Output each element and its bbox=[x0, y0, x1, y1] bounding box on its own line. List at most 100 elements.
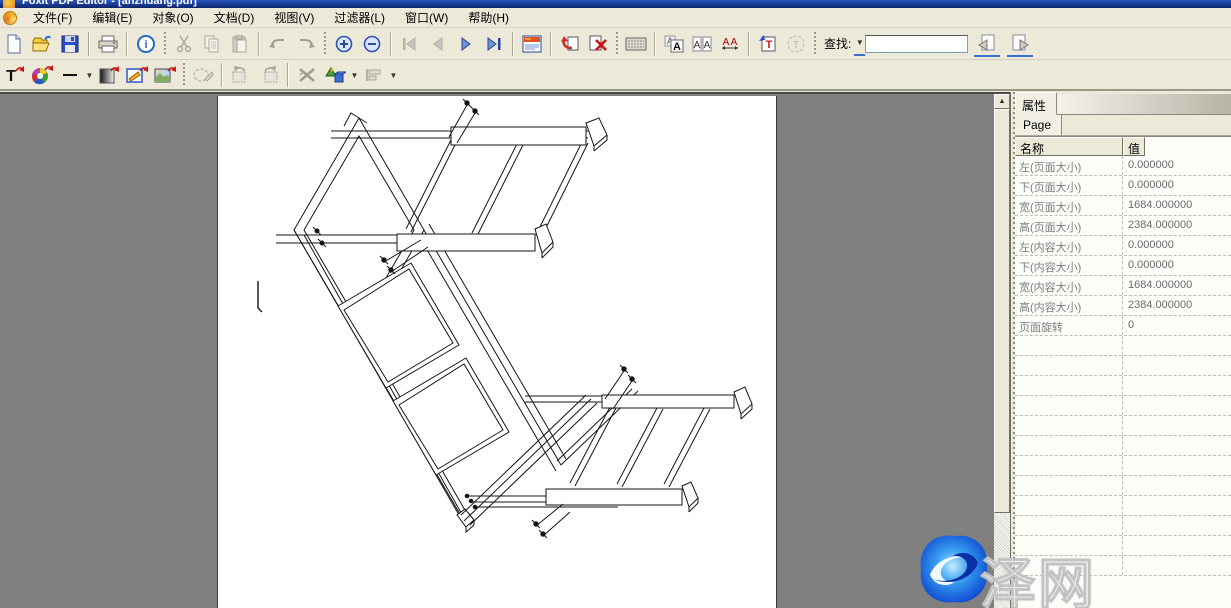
redo-button[interactable] bbox=[293, 31, 319, 57]
find-prev-button[interactable] bbox=[974, 31, 1000, 57]
property-value[interactable]: 1684.000000 bbox=[1123, 196, 1231, 215]
property-value[interactable]: 0 bbox=[1123, 316, 1231, 335]
edit-image-icon bbox=[126, 65, 148, 85]
property-name: 左(内容大小) bbox=[1015, 236, 1123, 255]
add-image-button[interactable] bbox=[152, 62, 178, 88]
zoom-out-button[interactable] bbox=[359, 31, 385, 57]
add-text-object-button[interactable]: T bbox=[1, 62, 27, 88]
property-value[interactable]: 2384.000000 bbox=[1123, 296, 1231, 315]
find-next-icon bbox=[1011, 34, 1029, 52]
pdf-page[interactable] bbox=[217, 96, 777, 608]
svg-text:T: T bbox=[793, 40, 799, 51]
application-window: Foxit PDF Editor - [anzhuang.pdf] 文件(F) … bbox=[0, 0, 1231, 608]
previous-page-button[interactable] bbox=[425, 31, 451, 57]
empty-row bbox=[1015, 336, 1231, 356]
insert-rotate-page-button[interactable] bbox=[557, 31, 583, 57]
page-layout-icon bbox=[522, 35, 542, 53]
edit-image-button[interactable] bbox=[124, 62, 150, 88]
delete-object-button[interactable] bbox=[294, 62, 320, 88]
char-scale-button[interactable]: AA bbox=[717, 31, 743, 57]
lasso-edit-button[interactable] bbox=[190, 62, 216, 88]
property-row[interactable]: 宽(内容大小)1684.000000 bbox=[1015, 276, 1231, 296]
open-file-button[interactable] bbox=[29, 31, 55, 57]
align-button[interactable] bbox=[361, 62, 387, 88]
zoom-in-button[interactable] bbox=[331, 31, 357, 57]
first-page-button[interactable] bbox=[397, 31, 423, 57]
property-row[interactable]: 高(内容大小)2384.000000 bbox=[1015, 296, 1231, 316]
printer-icon bbox=[98, 35, 118, 53]
rotate-right-button[interactable] bbox=[256, 62, 282, 88]
new-document-button[interactable] bbox=[1, 31, 27, 57]
menu-help[interactable]: 帮助(H) bbox=[458, 7, 519, 28]
menu-file[interactable]: 文件(F) bbox=[23, 7, 82, 28]
empty-row bbox=[1015, 456, 1231, 476]
property-value[interactable]: 0.000000 bbox=[1123, 256, 1231, 275]
scroll-up-button[interactable]: ▲ bbox=[994, 94, 1010, 109]
paste-button[interactable] bbox=[227, 31, 253, 57]
copy-icon bbox=[203, 35, 221, 53]
menu-document[interactable]: 文档(D) bbox=[204, 7, 265, 28]
property-name: 高(页面大小) bbox=[1015, 216, 1123, 235]
shapes-dropdown[interactable]: ▼ bbox=[349, 63, 360, 87]
text-circle-button[interactable]: T bbox=[783, 31, 809, 57]
scrollbar-thumb[interactable] bbox=[994, 109, 1010, 513]
property-row[interactable]: 宽(页面大小)1684.000000 bbox=[1015, 196, 1231, 216]
property-value[interactable]: 2384.000000 bbox=[1123, 216, 1231, 235]
property-row[interactable]: 下(页面大小)0.000000 bbox=[1015, 176, 1231, 196]
grid-header: 名称 值 bbox=[1015, 137, 1231, 156]
copy-button[interactable] bbox=[199, 31, 225, 57]
menu-filter[interactable]: 过滤器(L) bbox=[324, 7, 395, 28]
vertical-scrollbar[interactable]: ▲ bbox=[994, 92, 1010, 608]
menu-window[interactable]: 窗口(W) bbox=[395, 7, 458, 28]
document-canvas[interactable] bbox=[0, 92, 994, 608]
save-button[interactable] bbox=[57, 31, 83, 57]
line-style-dropdown[interactable]: ▼ bbox=[84, 63, 95, 87]
delete-page-button[interactable] bbox=[585, 31, 611, 57]
property-row[interactable]: 左(页面大小)0.000000 bbox=[1015, 156, 1231, 176]
paste-icon bbox=[231, 35, 249, 53]
shapes-button[interactable] bbox=[322, 62, 348, 88]
menu-object[interactable]: 对象(O) bbox=[142, 7, 203, 28]
tab-page[interactable]: Page bbox=[1015, 115, 1062, 135]
shading-object-button[interactable] bbox=[96, 62, 122, 88]
property-value[interactable]: 0.000000 bbox=[1123, 236, 1231, 255]
align-dropdown[interactable]: ▼ bbox=[388, 63, 399, 87]
next-page-button[interactable] bbox=[453, 31, 479, 57]
property-row[interactable]: 高(页面大小)2384.000000 bbox=[1015, 216, 1231, 236]
cut-button[interactable] bbox=[171, 31, 197, 57]
property-row[interactable]: 左(内容大小)0.000000 bbox=[1015, 236, 1231, 256]
find-next-button[interactable] bbox=[1007, 31, 1033, 57]
last-page-button[interactable] bbox=[481, 31, 507, 57]
char-spacing-button[interactable]: AA bbox=[689, 31, 715, 57]
window-title: Foxit PDF Editor - [anzhuang.pdf] bbox=[22, 0, 1231, 7]
text-circle-icon: T bbox=[787, 35, 805, 53]
char-scale-icon: AA bbox=[720, 35, 740, 53]
find-input[interactable] bbox=[865, 35, 968, 53]
empty-row bbox=[1015, 496, 1231, 516]
zoom-out-icon bbox=[363, 35, 381, 53]
undo-button[interactable] bbox=[265, 31, 291, 57]
find-dropdown[interactable]: ▼ bbox=[854, 32, 865, 56]
property-row[interactable]: 页面旋转0 bbox=[1015, 316, 1231, 336]
virtual-keyboard-button[interactable] bbox=[623, 31, 649, 57]
add-text-button[interactable]: T bbox=[755, 31, 781, 57]
menu-edit[interactable]: 编辑(E) bbox=[82, 7, 142, 28]
open-folder-icon bbox=[32, 34, 52, 53]
property-value[interactable]: 1684.000000 bbox=[1123, 276, 1231, 295]
property-value[interactable]: 0.000000 bbox=[1123, 156, 1231, 175]
svg-text:A: A bbox=[704, 40, 711, 51]
document-info-button[interactable]: i bbox=[133, 31, 159, 57]
watermark-text: 泽网 bbox=[980, 540, 1096, 608]
font-style-button[interactable]: AA bbox=[661, 31, 687, 57]
svg-text:A: A bbox=[731, 37, 738, 48]
rotate-left-button[interactable] bbox=[228, 62, 254, 88]
shapes-icon bbox=[324, 65, 346, 85]
print-button[interactable] bbox=[95, 31, 121, 57]
lasso-icon bbox=[192, 66, 214, 84]
property-row[interactable]: 下(内容大小)0.000000 bbox=[1015, 256, 1231, 276]
property-value[interactable]: 0.000000 bbox=[1123, 176, 1231, 195]
line-style-button[interactable] bbox=[57, 62, 83, 88]
menu-view[interactable]: 视图(V) bbox=[264, 7, 324, 28]
page-layout-button[interactable] bbox=[519, 31, 545, 57]
add-color-object-button[interactable] bbox=[29, 62, 55, 88]
